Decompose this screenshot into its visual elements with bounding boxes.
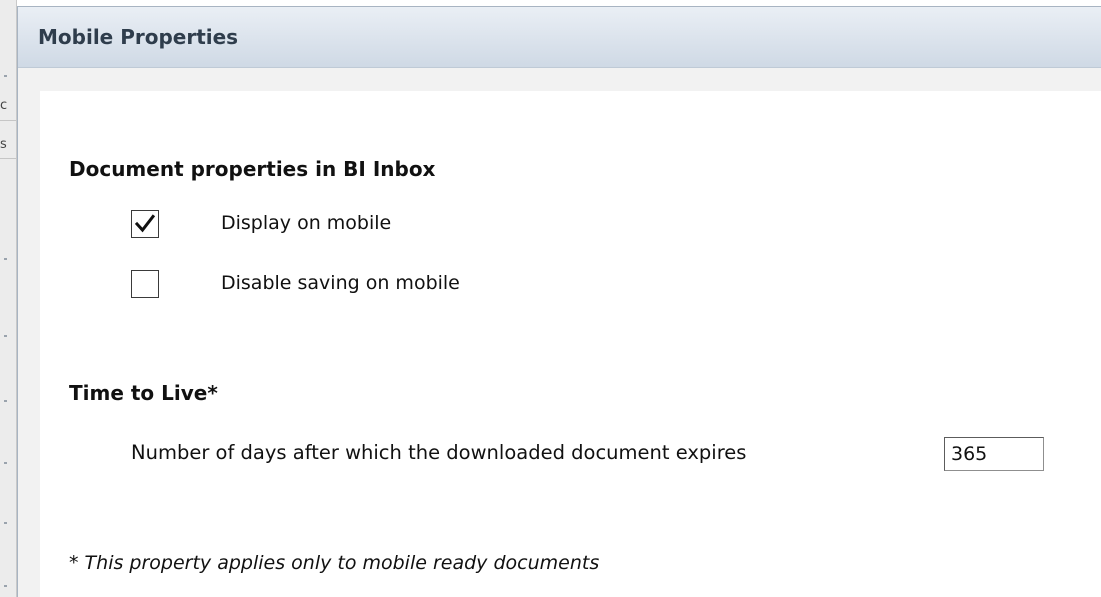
dialog-body: Document properties in BI Inbox Display … (40, 91, 1101, 597)
background-text-fragment: c (0, 98, 8, 113)
mobile-ready-footnote: * This property applies only to mobile r… (69, 552, 600, 574)
dialog-header[interactable]: Mobile Properties (18, 7, 1101, 68)
background-tick (4, 258, 7, 260)
background-page-strip: c s (0, 0, 17, 597)
background-tick (4, 522, 7, 524)
background-tick (4, 585, 7, 587)
document-properties-heading: Document properties in BI Inbox (69, 157, 436, 181)
display-on-mobile-label[interactable]: Display on mobile (221, 212, 391, 234)
background-tick (4, 462, 7, 464)
expiry-days-input[interactable] (944, 437, 1044, 471)
screen: c s Mobile Properties Document propertie… (0, 0, 1101, 597)
background-tick (4, 400, 7, 402)
divider (0, 158, 16, 159)
checkmark-icon (134, 214, 156, 233)
disable-saving-on-mobile-checkbox[interactable] (131, 270, 159, 298)
disable-saving-on-mobile-label[interactable]: Disable saving on mobile (221, 272, 460, 294)
background-tick (4, 335, 7, 337)
display-on-mobile-checkbox[interactable] (131, 210, 159, 238)
mobile-properties-dialog: Mobile Properties Document properties in… (17, 6, 1101, 597)
time-to-live-heading: Time to Live* (69, 381, 218, 405)
dialog-title: Mobile Properties (38, 25, 239, 49)
divider (0, 120, 16, 121)
background-text-fragment: s (0, 137, 7, 152)
background-tick (4, 75, 7, 77)
expiry-days-label: Number of days after which the downloade… (131, 441, 747, 464)
